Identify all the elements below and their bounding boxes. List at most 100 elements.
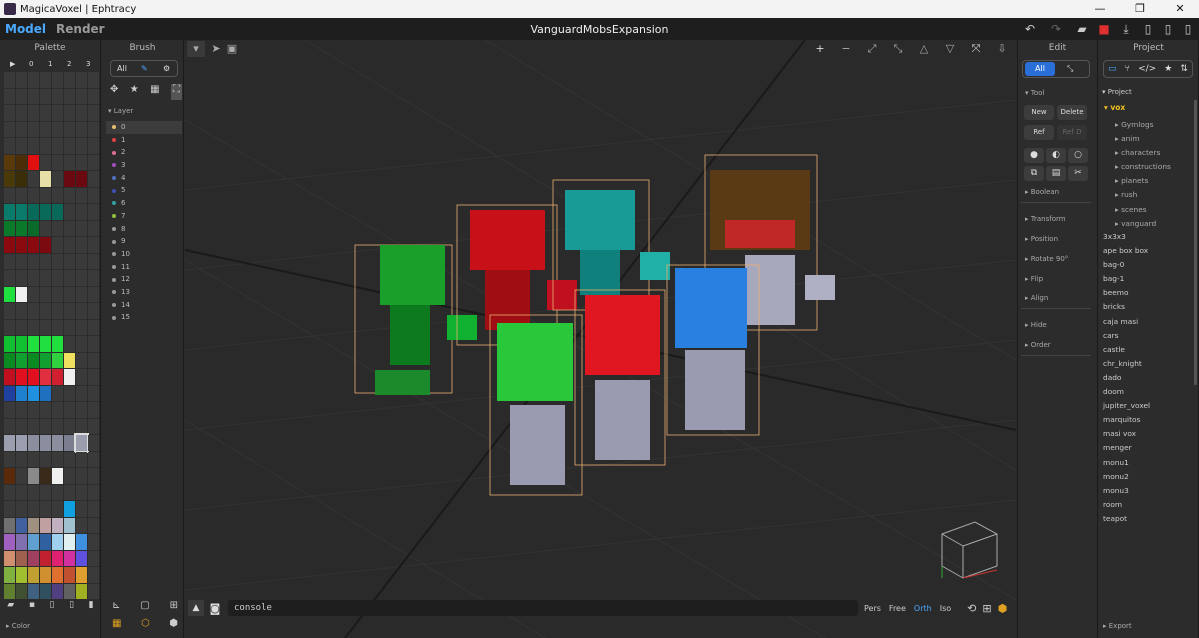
palette-swatch[interactable] (40, 253, 51, 269)
code-tab-icon[interactable]: </> (1138, 61, 1156, 77)
palette-swatch[interactable] (76, 187, 87, 203)
edit-section[interactable]: ▸ Align (1021, 294, 1091, 309)
palette-swatch[interactable] (40, 72, 51, 88)
palette-swatch[interactable] (28, 583, 39, 599)
file-item[interactable]: masi vox (1099, 427, 1193, 441)
cube-icon[interactable]: ⬡ (141, 618, 150, 629)
file-item[interactable]: cars (1099, 329, 1193, 343)
file-item[interactable]: chr_knight (1099, 357, 1193, 371)
palette-swatch[interactable] (76, 385, 87, 401)
file-item[interactable]: castle (1099, 343, 1193, 357)
palette-swatch[interactable] (40, 187, 51, 203)
empty-circle-icon[interactable]: ○ (1068, 148, 1088, 163)
palette-swatch[interactable] (52, 352, 63, 368)
layer-item[interactable]: 7 (106, 210, 182, 223)
view-cube-gizmo[interactable] (941, 521, 998, 579)
palette-swatch[interactable] (64, 385, 75, 401)
palette-swatch[interactable] (88, 435, 99, 451)
subfolder-item[interactable]: ▸ constructions (1111, 160, 1193, 174)
export-section[interactable]: ▸ Export (1103, 622, 1132, 630)
copy-palette-icon[interactable]: ▯ (69, 600, 74, 616)
palette-swatch[interactable] (52, 253, 63, 269)
palette-swatch[interactable] (88, 567, 99, 583)
palette-swatch[interactable] (28, 319, 39, 335)
open-folder-icon[interactable]: ▰ (1074, 21, 1090, 37)
palette-swatch[interactable] (16, 237, 27, 253)
minimize-button[interactable]: — (1082, 0, 1118, 18)
file-item[interactable]: monu3 (1099, 484, 1193, 498)
palette-swatch[interactable] (88, 204, 99, 220)
palette-swatch[interactable] (4, 402, 15, 418)
blue-slime-model[interactable] (666, 264, 760, 436)
palette-swatch[interactable] (76, 204, 87, 220)
palette-swatch[interactable] (52, 171, 63, 187)
palette-swatch[interactable] (28, 220, 39, 236)
palette-swatch[interactable] (88, 352, 99, 368)
palette-swatch[interactable] (40, 220, 51, 236)
palette-swatch[interactable] (64, 220, 75, 236)
sort-tab-icon[interactable]: ⇅ (1180, 61, 1188, 77)
palette-swatch[interactable] (88, 72, 99, 88)
palette-swatch[interactable] (76, 72, 87, 88)
palette-swatch[interactable] (4, 534, 15, 550)
save-palette-icon[interactable]: ▪ (29, 600, 35, 616)
edit-mode-selector[interactable]: All ⤡ (1022, 60, 1090, 78)
file-item[interactable]: room (1099, 498, 1193, 512)
palette-col-label[interactable]: ▶ (10, 60, 15, 68)
file-icon[interactable]: ▯ (1180, 21, 1196, 37)
camera-mode-pers[interactable]: Pers (864, 604, 881, 613)
vox-folder[interactable]: ▾ vox (1104, 103, 1125, 112)
palette-swatch[interactable] (4, 154, 15, 170)
palette-swatch[interactable] (40, 451, 51, 467)
palette-swatch[interactable] (16, 550, 27, 566)
file-item[interactable]: 3x3x3 (1099, 230, 1193, 244)
palette-swatch[interactable] (76, 550, 87, 566)
palette-swatch[interactable] (40, 468, 51, 484)
palette-swatch[interactable] (4, 105, 15, 121)
palette-swatch[interactable] (16, 418, 27, 434)
fit-view-icon[interactable]: ⤧ (967, 41, 985, 57)
palette-swatch[interactable] (64, 534, 75, 550)
palette-swatch[interactable] (4, 567, 15, 583)
palette-swatch[interactable] (16, 270, 27, 286)
triangle-up-icon[interactable]: △ (915, 41, 933, 57)
palette-swatch[interactable] (4, 204, 15, 220)
open-palette-icon[interactable]: ▰ (7, 600, 14, 616)
layer-item[interactable]: 1 (106, 134, 182, 147)
palette-swatch[interactable] (88, 105, 99, 121)
palette-swatch[interactable] (40, 402, 51, 418)
palette-swatch[interactable] (64, 270, 75, 286)
palette-swatch[interactable] (16, 303, 27, 319)
palette-swatch[interactable] (52, 534, 63, 550)
palette-swatch[interactable] (16, 352, 27, 368)
palette-swatch[interactable] (40, 204, 51, 220)
new-palette-icon[interactable]: ▯ (50, 600, 55, 616)
half-circle-icon[interactable]: ◐ (1046, 148, 1066, 163)
subfolder-item[interactable]: ▸ Gymlogs (1111, 118, 1193, 132)
layer-item[interactable]: 9 (106, 235, 182, 248)
edit-section[interactable]: ▸ Boolean (1021, 188, 1091, 203)
palette-swatch[interactable] (16, 154, 27, 170)
palette-swatch[interactable] (4, 435, 15, 451)
palette-swatch[interactable] (40, 583, 51, 599)
copy-view-icon[interactable]: ▣ (223, 41, 241, 57)
palette-swatch[interactable] (16, 369, 27, 385)
layer-item[interactable]: 10 (106, 248, 182, 261)
layer-item[interactable]: 14 (106, 299, 182, 312)
palette-swatch[interactable] (40, 352, 51, 368)
select-brush-icon[interactable]: ⛶ (170, 84, 182, 100)
palette-swatch[interactable] (88, 187, 99, 203)
palette-swatch[interactable] (52, 270, 63, 286)
file-item[interactable]: monu2 (1099, 470, 1193, 484)
layer-item[interactable]: 4 (106, 172, 182, 185)
palette-swatch[interactable] (88, 88, 99, 104)
palette-swatch[interactable] (4, 418, 15, 434)
palette-swatch[interactable] (64, 171, 75, 187)
palette-swatch[interactable] (52, 583, 63, 599)
palette-swatch[interactable] (16, 583, 27, 599)
palette-swatch[interactable] (88, 286, 99, 302)
palette-swatch[interactable] (88, 237, 99, 253)
file-item[interactable]: bag-0 (1099, 258, 1193, 272)
palette-swatch[interactable] (76, 468, 87, 484)
palette-swatch[interactable] (40, 303, 51, 319)
